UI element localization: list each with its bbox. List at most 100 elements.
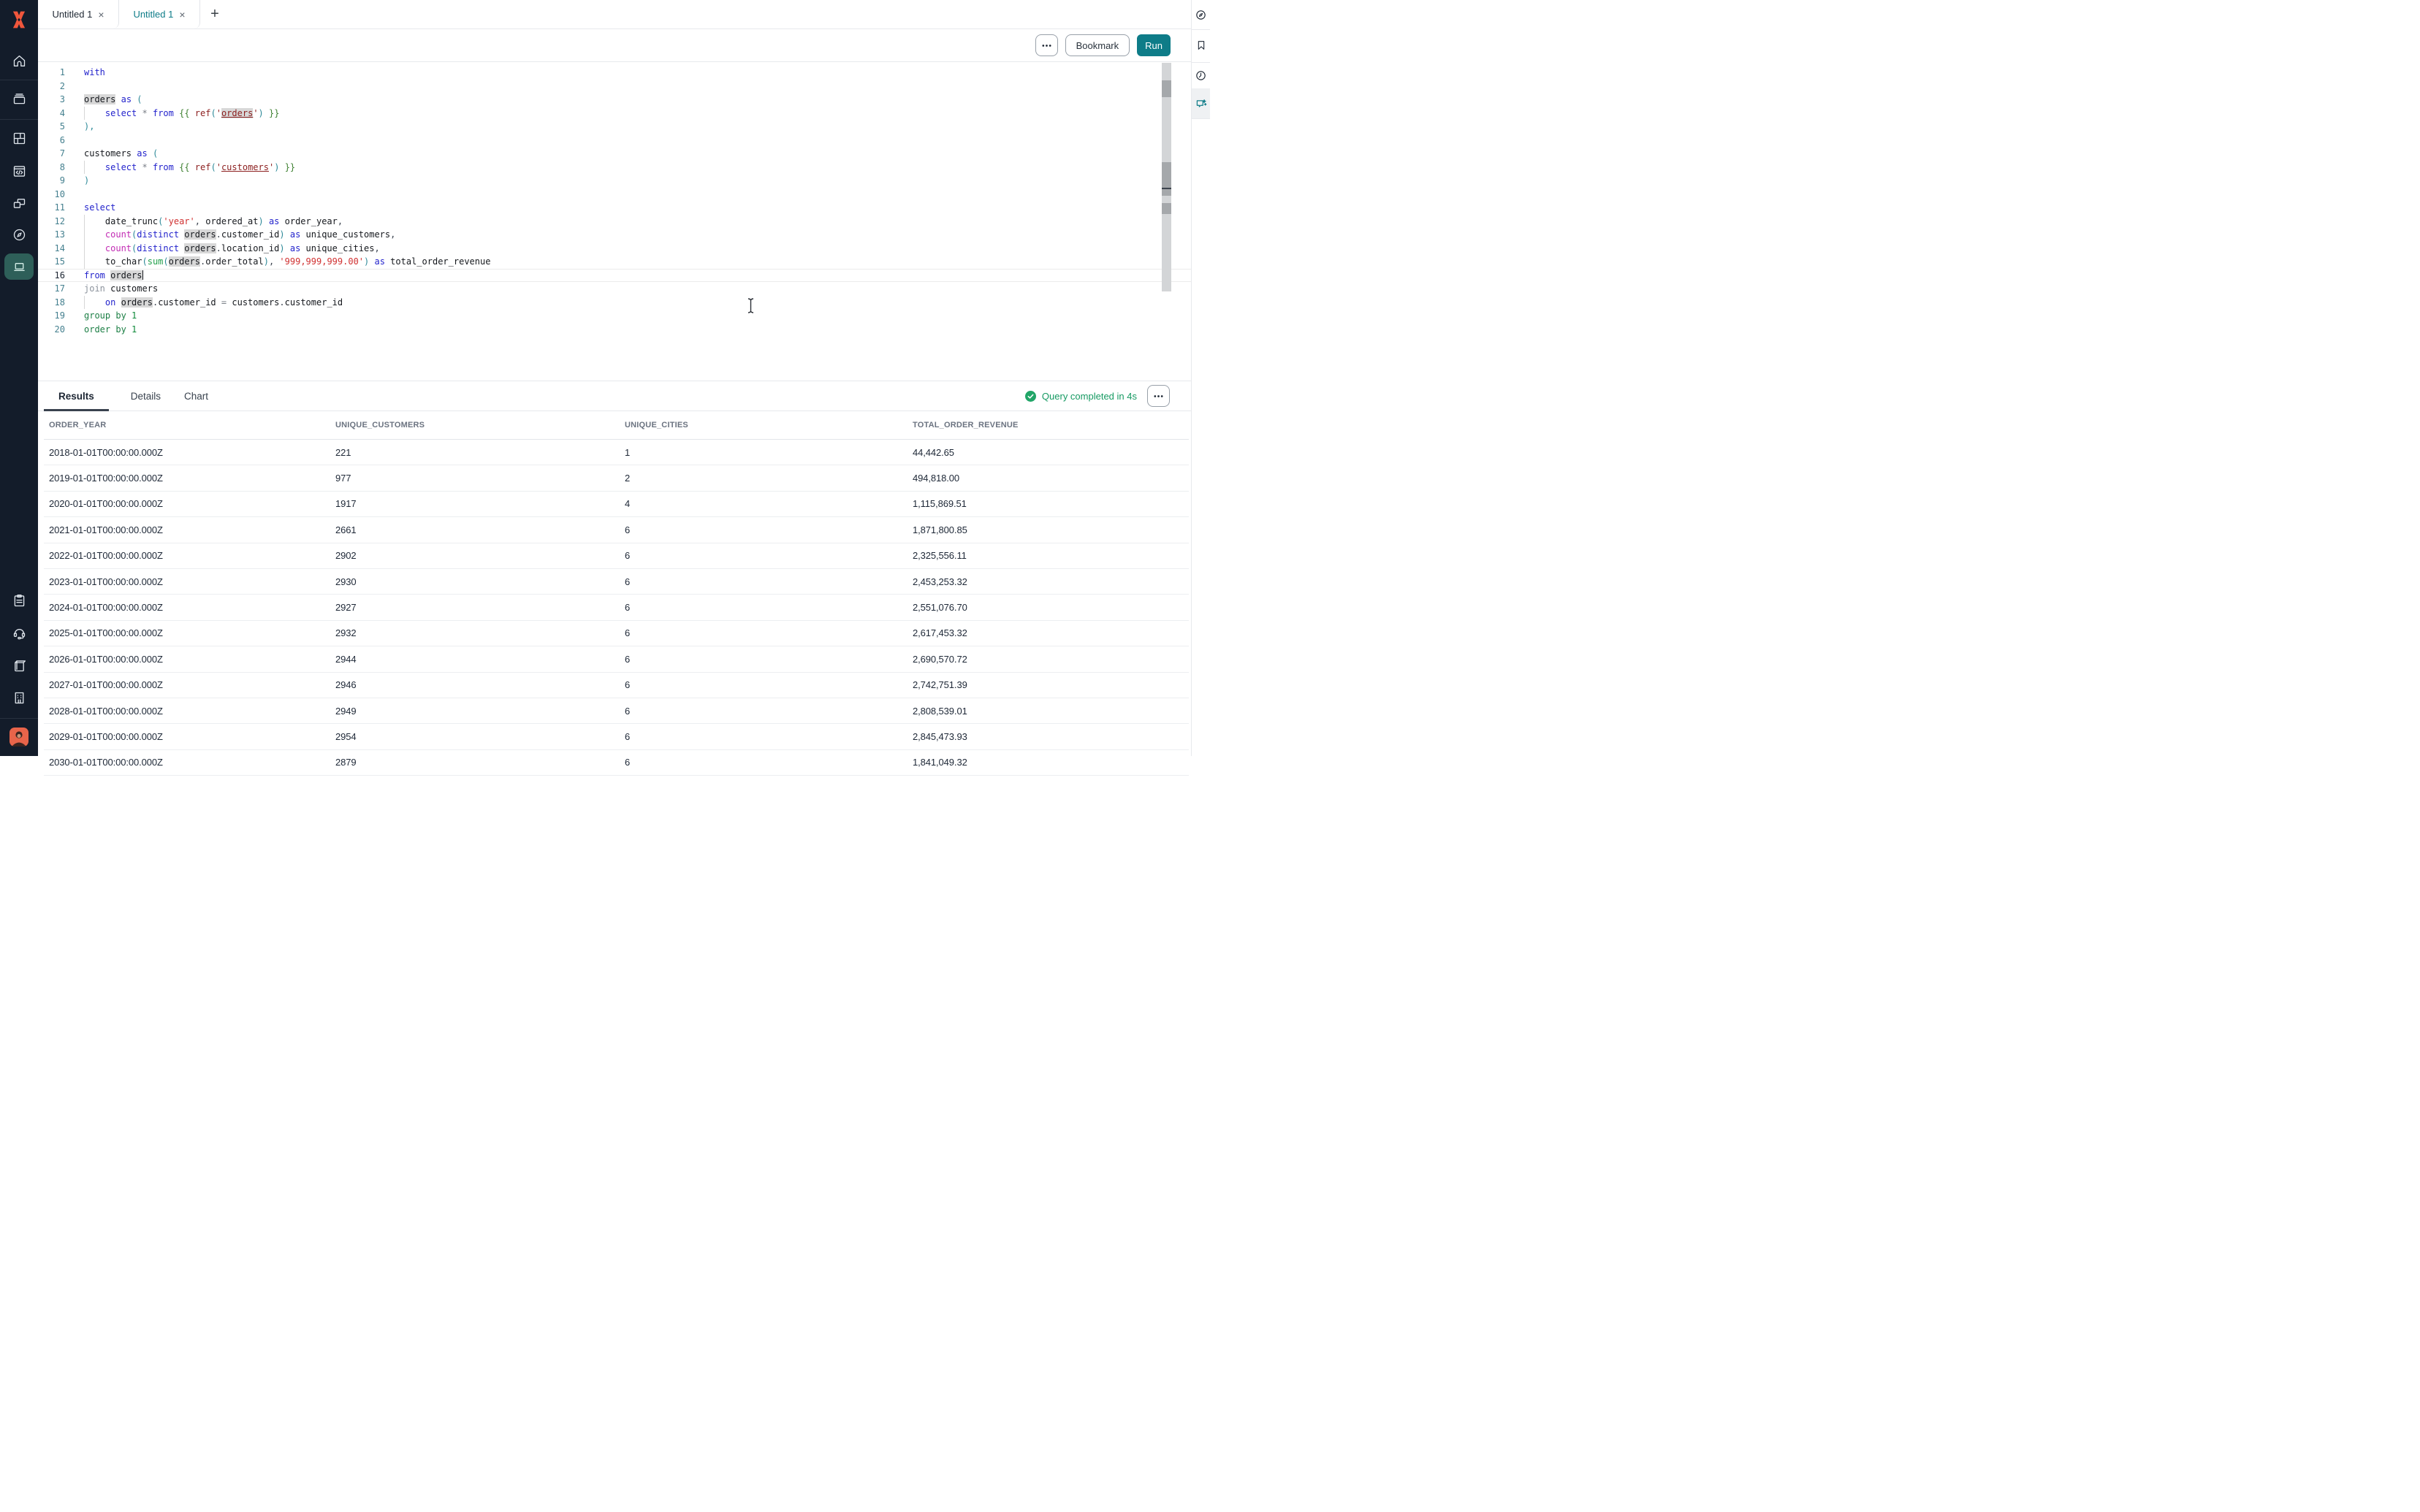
column-header[interactable]: TOTAL_ORDER_REVENUE — [908, 421, 1189, 429]
code-line-20[interactable]: 20order by 1 — [38, 323, 1191, 337]
tab-untitled-1[interactable]: Untitled 1 × — [38, 0, 119, 28]
close-icon[interactable]: × — [98, 9, 104, 20]
sidebar-item-apps[interactable] — [4, 125, 34, 151]
sidebar-item-compute[interactable] — [4, 253, 34, 280]
code-line-4[interactable]: 4 select * from {{ ref('orders') }} — [38, 107, 1191, 121]
line-number: 14 — [38, 242, 65, 256]
sidebar-item-components[interactable] — [4, 190, 34, 216]
line-number: 7 — [38, 147, 65, 161]
tab-untitled-1-second[interactable]: Untitled 1 × — [119, 0, 200, 28]
sidebar-item-docs[interactable] — [4, 652, 34, 679]
code-line-19[interactable]: 19group by 1 — [38, 309, 1191, 323]
sidebar-item-notebooks[interactable] — [4, 158, 34, 184]
table-cell: 1 — [620, 447, 908, 458]
line-number: 5 — [38, 120, 65, 134]
table-cell: 6 — [620, 654, 908, 665]
book-icon — [12, 658, 27, 673]
code-line-8[interactable]: 8 select * from {{ ref('customers') }} — [38, 161, 1191, 175]
line-number: 19 — [38, 309, 65, 323]
code-line-9[interactable]: 9) — [38, 174, 1191, 188]
table-row[interactable]: 2025-01-01T00:00:00.000Z293262,617,453.3… — [44, 621, 1189, 646]
line-number: 17 — [38, 282, 65, 296]
table-cell: 2932 — [330, 627, 620, 638]
rail-item-history[interactable] — [1192, 66, 1210, 84]
table-row[interactable]: 2020-01-01T00:00:00.000Z191741,115,869.5… — [44, 492, 1189, 517]
query-status: Query completed in 4s — [1025, 391, 1137, 402]
more-options-button[interactable] — [1035, 34, 1058, 56]
table-row[interactable]: 2023-01-01T00:00:00.000Z293062,453,253.3… — [44, 569, 1189, 595]
user-avatar[interactable] — [9, 728, 28, 747]
close-icon[interactable]: × — [179, 9, 185, 20]
table-row[interactable]: 2021-01-01T00:00:00.000Z266161,871,800.8… — [44, 517, 1189, 543]
editor-scrollbar[interactable] — [1162, 63, 1171, 291]
table-row[interactable]: 2024-01-01T00:00:00.000Z292762,551,076.7… — [44, 595, 1189, 620]
code-line-2[interactable]: 2 — [38, 80, 1191, 93]
code-line-5[interactable]: 5), — [38, 120, 1191, 134]
code-line-13[interactable]: 13 count(distinct orders.customer_id) as… — [38, 228, 1191, 242]
app-window: Untitled 1 × Untitled 1 × + Bookmark Run… — [0, 0, 1210, 756]
table-row[interactable]: 2028-01-01T00:00:00.000Z294962,808,539.0… — [44, 698, 1189, 724]
table-cell: 2,690,570.72 — [908, 654, 1189, 665]
code-line-11[interactable]: 11select — [38, 201, 1191, 215]
sidebar-item-templates[interactable] — [4, 587, 34, 614]
sidebar-item-support[interactable] — [4, 619, 34, 646]
table-cell: 494,818.00 — [908, 473, 1189, 484]
code-line-15[interactable]: 15 to_char(sum(orders.order_total), '999… — [38, 255, 1191, 269]
column-header[interactable]: UNIQUE_CITIES — [620, 421, 908, 429]
run-button[interactable]: Run — [1137, 34, 1171, 56]
code-line-18[interactable]: 18 on orders.customer_id = customers.cus… — [38, 296, 1191, 310]
sidebar-item-home[interactable] — [4, 47, 34, 74]
hex-logo[interactable] — [0, 7, 38, 32]
avatar-photo — [9, 728, 28, 747]
rail-item-explore[interactable] — [1192, 6, 1210, 23]
results-more-button[interactable] — [1147, 385, 1170, 407]
sidebar-item-projects[interactable] — [4, 85, 34, 112]
bookmark-button[interactable]: Bookmark — [1065, 34, 1130, 56]
code-line-6[interactable]: 6 — [38, 134, 1191, 148]
new-tab-button[interactable]: + — [200, 0, 229, 28]
code-line-12[interactable]: 12 date_trunc('year', ordered_at) as ord… — [38, 215, 1191, 229]
tab-details[interactable]: Details — [129, 381, 162, 411]
code-line-3[interactable]: 3orders as ( — [38, 93, 1191, 107]
sql-editor[interactable]: 1with23orders as (4 select * from {{ ref… — [38, 62, 1191, 381]
results-panel: Results Details Chart Query completed in… — [38, 381, 1191, 756]
building-icon — [12, 690, 27, 706]
table-row[interactable]: 2022-01-01T00:00:00.000Z290262,325,556.1… — [44, 543, 1189, 569]
tab-results[interactable]: Results — [44, 381, 109, 411]
headset-icon — [12, 625, 27, 641]
table-row[interactable]: 2030-01-01T00:00:00.000Z287961,841,049.3… — [44, 750, 1189, 776]
rail-item-bookmarks[interactable] — [1192, 37, 1210, 54]
tab-chart[interactable]: Chart — [183, 381, 210, 411]
table-row[interactable]: 2027-01-01T00:00:00.000Z294662,742,751.3… — [44, 673, 1189, 698]
table-row[interactable]: 2019-01-01T00:00:00.000Z9772494,818.00 — [44, 465, 1189, 491]
line-number: 16 — [38, 270, 65, 282]
code-line-16[interactable]: 16from orders — [38, 269, 1191, 283]
rail-item-ai-chat[interactable] — [1192, 88, 1210, 118]
table-row[interactable]: 2018-01-01T00:00:00.000Z221144,442.65 — [44, 440, 1189, 465]
code-line-7[interactable]: 7customers as ( — [38, 147, 1191, 161]
sidebar-item-organization[interactable] — [4, 684, 34, 711]
table-row[interactable]: 2029-01-01T00:00:00.000Z295462,845,473.9… — [44, 724, 1189, 749]
rail-divider — [1192, 62, 1210, 63]
ellipsis-icon — [1152, 390, 1165, 402]
compass-icon — [12, 227, 27, 243]
sidebar-item-explore[interactable] — [4, 221, 34, 248]
tab-bar: Untitled 1 × Untitled 1 × + — [38, 0, 1191, 29]
column-header[interactable]: UNIQUE_CUSTOMERS — [330, 421, 620, 429]
sidebar-divider — [0, 718, 38, 719]
column-header[interactable]: ORDER_YEAR — [44, 421, 330, 429]
code-line-17[interactable]: 17join customers — [38, 282, 1191, 296]
table-row[interactable]: 2026-01-01T00:00:00.000Z294462,690,570.7… — [44, 646, 1189, 672]
code-line-10[interactable]: 10 — [38, 188, 1191, 202]
table-cell: 4 — [620, 498, 908, 509]
code-line-1[interactable]: 1with — [38, 66, 1191, 80]
table-cell: 2018-01-01T00:00:00.000Z — [44, 447, 330, 458]
table-cell: 2023-01-01T00:00:00.000Z — [44, 576, 330, 587]
code-window-icon — [12, 164, 27, 179]
table-cell: 2 — [620, 473, 908, 484]
line-number: 20 — [38, 323, 65, 337]
table-cell: 2,453,253.32 — [908, 576, 1189, 587]
main-area: Untitled 1 × Untitled 1 × + Bookmark Run… — [38, 0, 1191, 756]
code-line-14[interactable]: 14 count(distinct orders.location_id) as… — [38, 242, 1191, 256]
code-area[interactable]: 1with23orders as (4 select * from {{ ref… — [38, 66, 1191, 336]
